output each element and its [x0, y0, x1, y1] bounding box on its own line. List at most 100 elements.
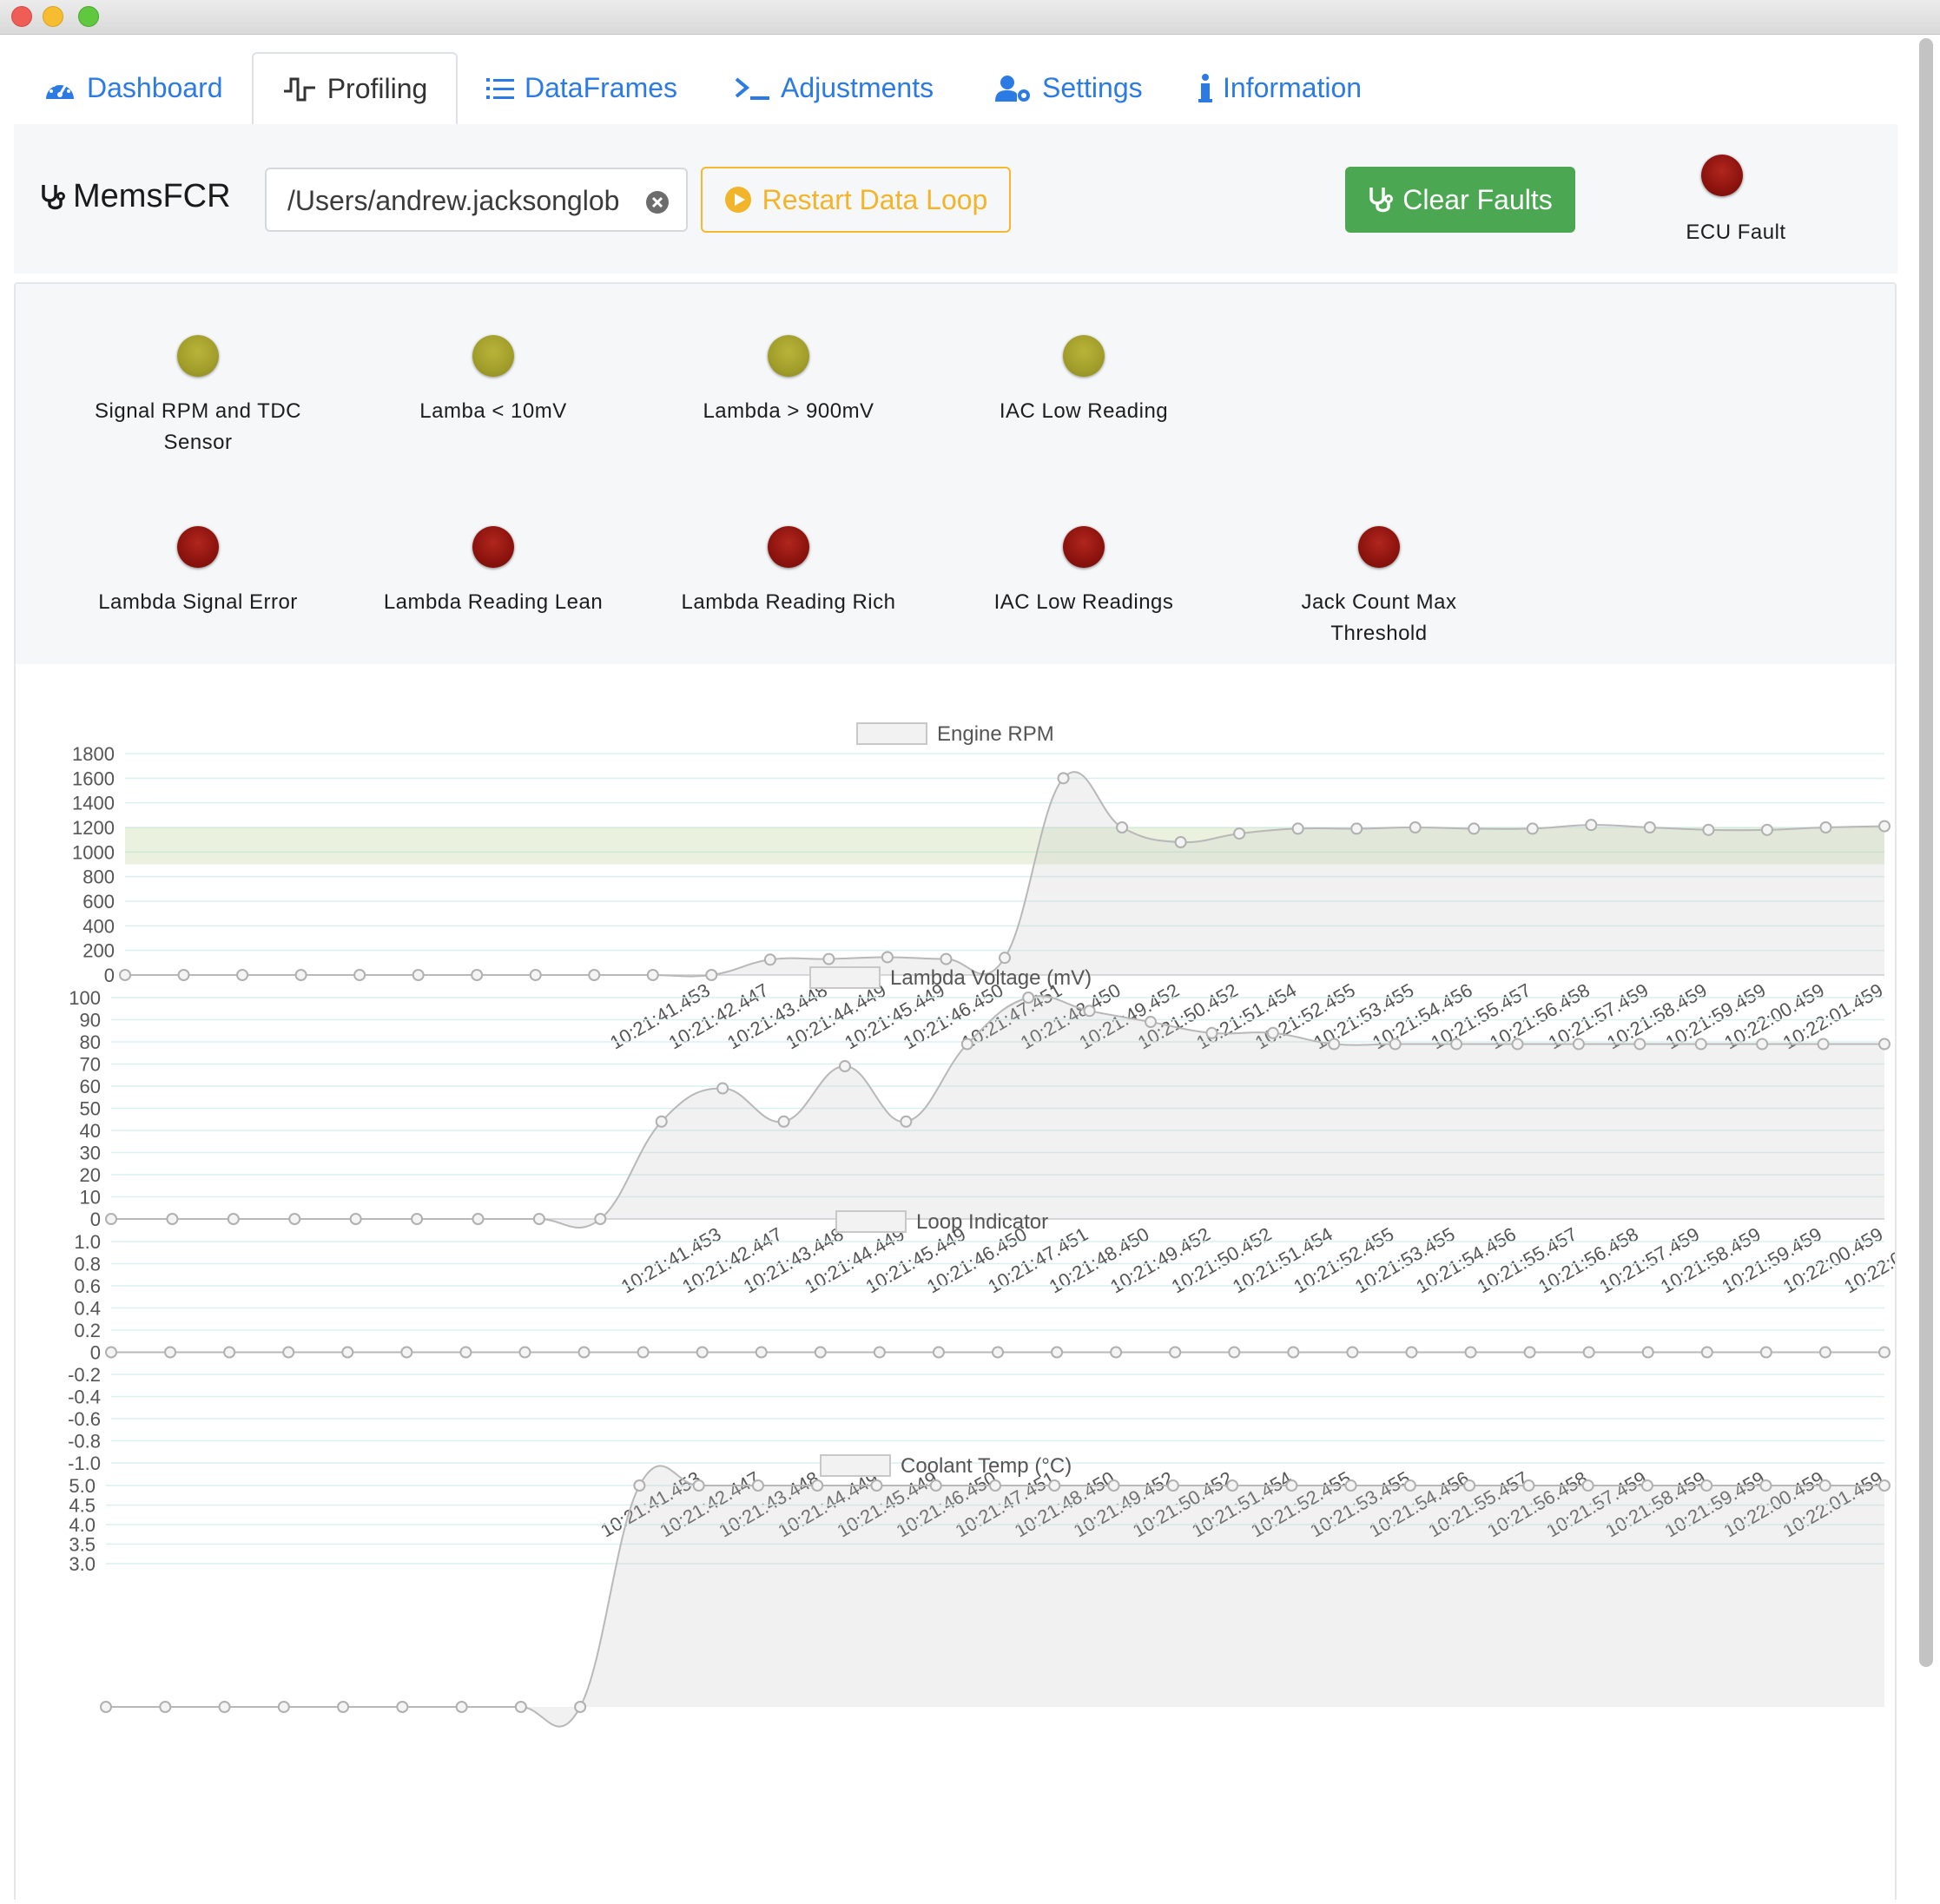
tab-profiling-label: Profiling [327, 73, 428, 104]
data-point [1878, 1479, 1891, 1492]
data-point [1233, 827, 1246, 840]
y-tick-label: 4.0 [69, 1514, 96, 1536]
data-point [1057, 772, 1070, 785]
y-tick-label: 600 [82, 891, 115, 912]
user-cog-icon [995, 75, 1030, 102]
data-point [1346, 1346, 1359, 1359]
data-point [705, 969, 718, 981]
data-point [1878, 1038, 1891, 1051]
y-tick-label: 0.2 [74, 1320, 101, 1341]
data-point [1166, 1479, 1179, 1492]
data-point [655, 1115, 668, 1128]
charts-panel: Engine RPM 1800 1600 1400 1200 1000 800 600 400 2… [14, 664, 1940, 1900]
y-tick-label: 1.0 [74, 1231, 101, 1253]
y-tick-label: -1.0 [68, 1453, 101, 1474]
data-point [873, 1346, 886, 1359]
legend-swatch [820, 1454, 891, 1477]
data-point [822, 952, 835, 965]
data-point [1756, 1038, 1769, 1051]
fault-indicator [768, 526, 809, 568]
y-tick-label: -0.8 [68, 1431, 101, 1453]
y-tick-label: 80 [80, 1031, 101, 1053]
data-point [119, 969, 131, 981]
tab-dataframes[interactable]: DataFrames [486, 52, 677, 124]
clear-faults-button[interactable]: Clear Faults [1345, 167, 1575, 233]
port-path-input[interactable]: /Users/andrew.jacksonglob [265, 168, 688, 232]
y-tick-label: 90 [80, 1010, 101, 1031]
data-point [929, 1479, 942, 1492]
data-point [751, 1479, 764, 1492]
fault-label: Jack Count Max Threshold [1301, 590, 1457, 645]
data-point [177, 969, 190, 981]
data-point [1818, 1479, 1831, 1492]
data-point [337, 1701, 350, 1713]
data-point [1526, 822, 1539, 835]
data-point [1450, 1038, 1463, 1051]
toolbar: MemsFCR /Users/andrew.jacksonglob Restar… [14, 124, 1897, 273]
data-point [529, 969, 542, 981]
data-point [1511, 1038, 1524, 1051]
tab-dashboard[interactable]: Dashboard [43, 52, 223, 124]
data-point [881, 951, 894, 964]
fault-label: Lambda > 900mV [703, 399, 874, 423]
data-point [1107, 1479, 1120, 1492]
data-point [577, 1346, 591, 1359]
close-window-button[interactable] [11, 6, 32, 27]
fault-indicator [1358, 526, 1400, 568]
y-tick-label: 70 [80, 1054, 101, 1076]
data-point [166, 1213, 179, 1225]
data-point [277, 1701, 290, 1713]
clear-input-icon[interactable] [646, 191, 669, 214]
pulse-icon [283, 77, 315, 101]
port-path-value[interactable]: /Users/andrew.jacksonglob [287, 185, 635, 217]
data-point [755, 1346, 768, 1359]
minimize-window-button[interactable] [43, 6, 63, 27]
data-point [288, 1213, 301, 1225]
vertical-scrollbar[interactable] [1919, 38, 1933, 1667]
data-point [637, 1346, 650, 1359]
data-point [518, 1346, 531, 1359]
data-point [588, 969, 601, 981]
tab-profiling[interactable]: Profiling [252, 52, 458, 126]
tab-information-label: Information [1223, 72, 1363, 103]
data-point [1819, 821, 1832, 833]
data-point [1818, 1346, 1831, 1359]
data-point [1581, 1479, 1594, 1492]
y-tick-label: 1800 [72, 743, 115, 765]
data-point [1051, 1346, 1064, 1359]
restart-data-loop-button[interactable]: Restart Data Loop [701, 167, 1011, 233]
legend-swatch [835, 1210, 907, 1233]
data-point [1585, 819, 1598, 832]
y-tick-label: 0.4 [74, 1298, 101, 1320]
data-point [1048, 1479, 1061, 1492]
data-point [1285, 1479, 1298, 1492]
data-point [900, 1115, 913, 1128]
fault-label: IAC Low Reading [999, 399, 1169, 423]
legend-label: Loop Indicator [916, 1210, 1048, 1234]
data-point [1328, 1038, 1341, 1051]
fault-label: Signal RPM and TDC Sensor [95, 399, 301, 454]
data-point [1405, 1346, 1418, 1359]
data-point [940, 952, 953, 965]
fault-indicators-panel: Signal RPM and TDC Sensor Lamba < 10mV L… [14, 282, 1897, 664]
y-tick-label: 30 [80, 1143, 101, 1164]
data-point [1266, 1026, 1279, 1039]
fault-indicator [472, 335, 514, 377]
tab-adjustments-label: Adjustments [781, 72, 934, 103]
data-point [1582, 1346, 1595, 1359]
y-tick-label: -0.6 [68, 1408, 101, 1430]
data-point [105, 1346, 117, 1359]
data-point [1640, 1479, 1653, 1492]
tab-settings[interactable]: Settings [995, 52, 1143, 124]
data-point [1463, 1479, 1476, 1492]
data-point [294, 969, 307, 981]
legend-swatch [809, 966, 881, 989]
stethoscope-icon [42, 184, 65, 209]
data-point [1468, 822, 1481, 835]
zoom-window-button[interactable] [78, 6, 99, 27]
y-tick-label: 60 [80, 1076, 101, 1097]
y-tick-label: 400 [82, 915, 115, 937]
tab-adjustments[interactable]: Adjustments [734, 52, 934, 124]
list-icon [486, 77, 514, 99]
tab-information[interactable]: Information [1198, 52, 1362, 124]
